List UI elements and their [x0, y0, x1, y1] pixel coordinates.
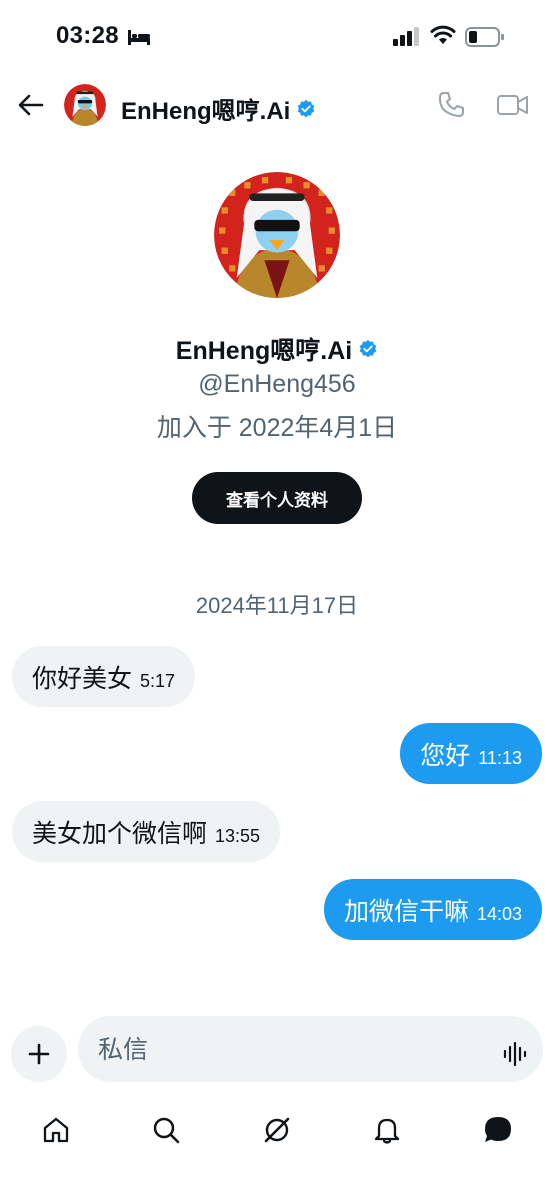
conversation-header: EnHeng嗯哼.Ai	[0, 72, 554, 138]
bed-icon	[128, 30, 150, 45]
back-button[interactable]	[14, 88, 48, 122]
message-bubble-incoming[interactable]: 美女加个微信啊 13:55	[12, 801, 281, 862]
message-text: 加微信干嘛	[343, 897, 469, 926]
message-time: 14:03	[476, 904, 522, 924]
call-button[interactable]	[436, 90, 466, 120]
profile-joined-date: 加入于 2022年4月1日	[156, 414, 398, 442]
message-time: 13:55	[215, 826, 261, 846]
search-icon	[153, 1117, 180, 1144]
grok-icon	[264, 1117, 290, 1143]
nav-home[interactable]	[32, 1106, 80, 1154]
battery-icon	[465, 27, 504, 47]
message-time: 5:17	[140, 671, 176, 691]
date-separator: 2024年11月17日	[195, 593, 359, 618]
back-arrow-icon	[18, 94, 44, 116]
message-text: 您好	[420, 741, 471, 770]
video-call-button[interactable]	[496, 90, 530, 120]
voice-wave-icon[interactable]	[502, 1041, 528, 1067]
profile-name: EnHeng嗯哼.Ai	[0, 331, 554, 367]
message-bubble-outgoing[interactable]: 您好 11:13	[400, 723, 542, 784]
home-icon	[43, 1117, 69, 1143]
verified-badge-icon	[298, 99, 315, 117]
profile-name-text: EnHeng嗯哼.Ai	[175, 337, 353, 365]
header-avatar[interactable]	[64, 84, 106, 126]
profile-avatar[interactable]	[214, 172, 340, 298]
message-input[interactable]	[98, 1032, 478, 1068]
plus-icon	[28, 1043, 50, 1065]
wifi-icon	[430, 25, 456, 44]
message-text: 你好美女	[32, 664, 133, 693]
message-bubble-incoming[interactable]: 你好美女 5:17	[12, 646, 196, 707]
video-icon	[497, 95, 528, 115]
signal-icon	[393, 27, 419, 46]
status-bar: 03:28	[0, 0, 554, 72]
message-text: 美女加个微信啊	[32, 819, 208, 848]
phone-icon	[438, 92, 464, 117]
bottom-navigation	[0, 1100, 554, 1200]
view-profile-button[interactable]: 查看个人资料	[192, 472, 362, 524]
nav-grok[interactable]	[253, 1106, 301, 1154]
nav-search[interactable]	[142, 1106, 190, 1154]
header-name-text: EnHeng嗯哼.Ai	[121, 98, 291, 125]
nav-messages[interactable]	[474, 1106, 522, 1154]
message-time: 11:13	[478, 748, 522, 768]
profile-avatar-image	[214, 172, 340, 298]
messages-icon	[485, 1117, 511, 1142]
nav-notifications[interactable]	[363, 1106, 411, 1154]
verified-badge-icon	[359, 339, 377, 358]
notifications-icon	[374, 1118, 400, 1144]
message-bubble-outgoing[interactable]: 加微信干嘛 14:03	[323, 879, 542, 940]
add-attachment-button[interactable]	[11, 1026, 67, 1082]
status-time: 03:28	[56, 22, 119, 49]
profile-handle: @EnHeng456	[198, 370, 356, 398]
avatar-image	[64, 84, 106, 126]
header-title: EnHeng嗯哼.Ai	[121, 91, 316, 126]
